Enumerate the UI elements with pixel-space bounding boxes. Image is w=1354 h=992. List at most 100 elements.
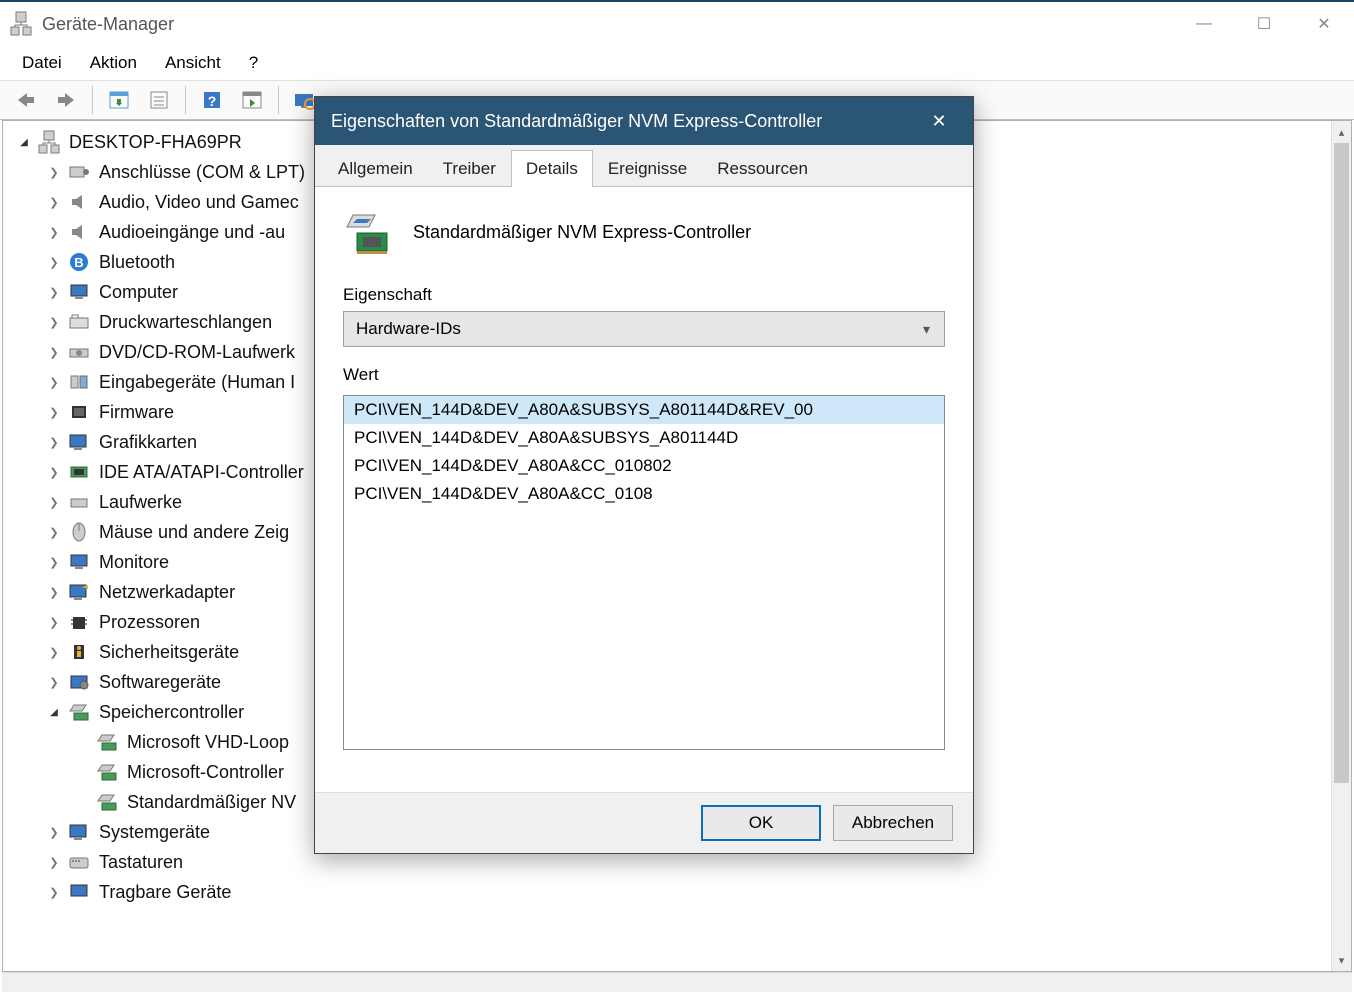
- expander-icon[interactable]: [45, 523, 63, 541]
- category-label: Tragbare Geräte: [99, 882, 231, 903]
- category-icon: [67, 851, 91, 873]
- device-icon: [95, 731, 119, 753]
- menu-ansicht[interactable]: Ansicht: [151, 49, 235, 77]
- menu-aktion[interactable]: Aktion: [76, 49, 151, 77]
- device-label: Standardmäßiger NV: [127, 792, 296, 813]
- ok-button[interactable]: OK: [701, 805, 821, 841]
- category-icon: [67, 401, 91, 423]
- expander-icon[interactable]: [45, 463, 63, 481]
- property-label: Eigenschaft: [343, 285, 945, 305]
- hardware-id-item[interactable]: PCI\VEN_144D&DEV_A80A&CC_0108: [344, 480, 944, 508]
- tab-details[interactable]: Details: [511, 150, 593, 187]
- svg-text:B: B: [74, 255, 83, 270]
- category-label: Audioeingänge und -au: [99, 222, 285, 243]
- back-button[interactable]: [8, 85, 44, 115]
- category-icon: [67, 221, 91, 243]
- minimize-button[interactable]: ―: [1174, 4, 1234, 44]
- dialog-buttons: OK Abbrechen: [315, 792, 973, 853]
- horizontal-scrollbar[interactable]: [2, 972, 1352, 992]
- expander-icon[interactable]: [45, 253, 63, 271]
- forward-button[interactable]: [48, 85, 84, 115]
- expander-icon[interactable]: [45, 313, 63, 331]
- scroll-up-icon[interactable]: ▴: [1332, 121, 1351, 143]
- expander-icon[interactable]: [45, 553, 63, 571]
- properties-dialog: Eigenschaften von Standardmäßiger NVM Ex…: [314, 96, 974, 854]
- expander-icon[interactable]: [45, 193, 63, 211]
- category-label: IDE ATA/ATAPI-Controller: [99, 462, 304, 483]
- expander-icon[interactable]: [45, 703, 63, 721]
- device-name: Standardmäßiger NVM Express-Controller: [413, 222, 751, 243]
- category-label: Anschlüsse (COM & LPT): [99, 162, 305, 183]
- maximize-button[interactable]: ☐: [1234, 4, 1294, 44]
- category-label: Softwaregeräte: [99, 672, 221, 693]
- hardware-id-item[interactable]: PCI\VEN_144D&DEV_A80A&SUBSYS_A801144D: [344, 424, 944, 452]
- tab-allgemein[interactable]: Allgemein: [323, 150, 428, 187]
- expander-icon[interactable]: [45, 163, 63, 181]
- category-icon: [67, 551, 91, 573]
- scroll-thumb[interactable]: [1334, 143, 1349, 783]
- dialog-body: Standardmäßiger NVM Express-Controller E…: [315, 187, 973, 792]
- expander-icon[interactable]: [45, 673, 63, 691]
- expander-icon[interactable]: [45, 223, 63, 241]
- expander-icon[interactable]: [45, 613, 63, 631]
- vertical-scrollbar[interactable]: ▴ ▾: [1331, 121, 1351, 971]
- category-icon: [67, 701, 91, 723]
- value-listbox[interactable]: PCI\VEN_144D&DEV_A80A&SUBSYS_A801144D&RE…: [343, 395, 945, 750]
- expander-icon[interactable]: [45, 283, 63, 301]
- properties-button[interactable]: [141, 85, 177, 115]
- hardware-id-item[interactable]: PCI\VEN_144D&DEV_A80A&CC_010802: [344, 452, 944, 480]
- expander-icon[interactable]: [45, 853, 63, 871]
- menu-help[interactable]: ?: [235, 49, 272, 77]
- titlebar: Geräte-Manager ― ☐ ✕: [0, 2, 1354, 46]
- show-hide-console-tree-button[interactable]: [101, 85, 137, 115]
- expander-icon[interactable]: [45, 883, 63, 901]
- category-icon: [67, 371, 91, 393]
- cancel-button[interactable]: Abbrechen: [833, 805, 953, 841]
- category-icon: [67, 581, 91, 603]
- expander-icon[interactable]: [45, 493, 63, 511]
- category-icon: [67, 431, 91, 453]
- category-label: Firmware: [99, 402, 174, 423]
- category-label: Bluetooth: [99, 252, 175, 273]
- scroll-down-icon[interactable]: ▾: [1332, 949, 1351, 971]
- computer-icon: [37, 131, 61, 153]
- category-label: Prozessoren: [99, 612, 200, 633]
- dialog-titlebar: Eigenschaften von Standardmäßiger NVM Ex…: [315, 97, 973, 145]
- device-label: Microsoft-Controller: [127, 762, 284, 783]
- category-label: Tastaturen: [99, 852, 183, 873]
- dialog-close-button[interactable]: ✕: [921, 111, 957, 132]
- expander-icon[interactable]: [45, 403, 63, 421]
- category-icon: [67, 821, 91, 843]
- category-label: Monitore: [99, 552, 169, 573]
- expander-icon[interactable]: [45, 433, 63, 451]
- expander-icon[interactable]: [15, 133, 33, 151]
- device-manager-icon: [10, 11, 32, 37]
- menubar: Datei Aktion Ansicht ?: [0, 46, 1354, 80]
- category-label: Sicherheitsgeräte: [99, 642, 239, 663]
- close-button[interactable]: ✕: [1294, 4, 1354, 44]
- category-label: Mäuse und andere Zeig: [99, 522, 289, 543]
- expander-icon[interactable]: [45, 343, 63, 361]
- expander-icon[interactable]: [45, 583, 63, 601]
- tab-treiber[interactable]: Treiber: [428, 150, 511, 187]
- expander-icon[interactable]: [45, 823, 63, 841]
- tree-category[interactable]: Tragbare Geräte: [7, 877, 1331, 907]
- category-icon: [67, 641, 91, 663]
- device-icon: [95, 761, 119, 783]
- category-icon: [67, 461, 91, 483]
- category-label: DVD/CD-ROM-Laufwerk: [99, 342, 295, 363]
- hardware-id-item[interactable]: PCI\VEN_144D&DEV_A80A&SUBSYS_A801144D&RE…: [344, 396, 944, 424]
- help-button[interactable]: ?: [194, 85, 230, 115]
- expander-icon[interactable]: [45, 643, 63, 661]
- category-label: Audio, Video und Gamec: [99, 192, 299, 213]
- action-button[interactable]: [234, 85, 270, 115]
- dialog-tabs: AllgemeinTreiberDetailsEreignisseRessour…: [315, 145, 973, 187]
- category-icon: [67, 611, 91, 633]
- category-icon: [67, 881, 91, 903]
- property-combobox[interactable]: Hardware-IDs: [343, 311, 945, 347]
- tab-ereignisse[interactable]: Ereignisse: [593, 150, 702, 187]
- category-icon: [67, 491, 91, 513]
- tab-ressourcen[interactable]: Ressourcen: [702, 150, 823, 187]
- expander-icon[interactable]: [45, 373, 63, 391]
- menu-datei[interactable]: Datei: [8, 49, 76, 77]
